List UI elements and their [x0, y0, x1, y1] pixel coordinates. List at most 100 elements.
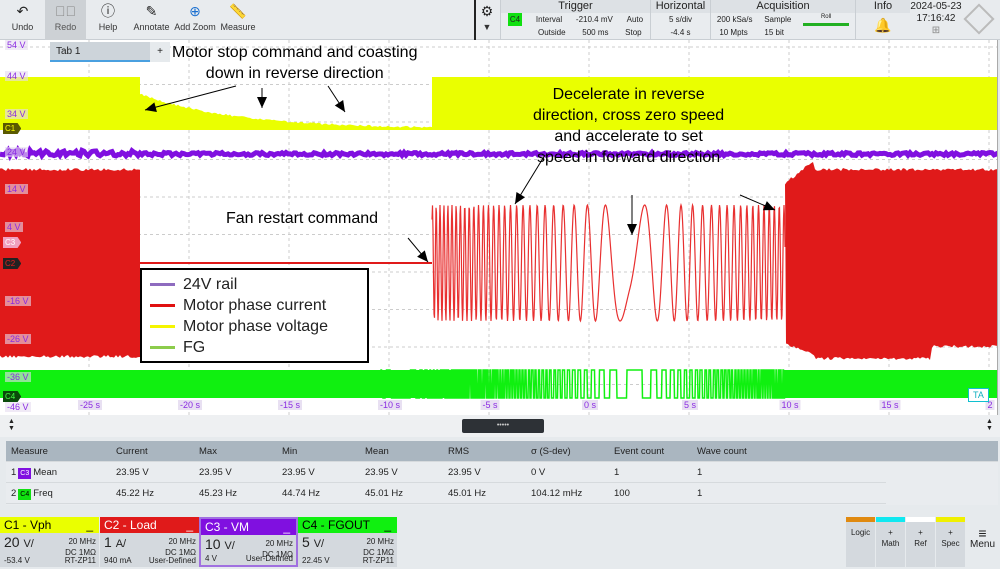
- table-row[interactable]: 1 C3 Mean 23.95 V 23.95 V 23.95 V 23.95 V 23.95…: [6, 462, 886, 483]
- column-header: Mean: [360, 441, 443, 461]
- trigger-marker[interactable]: TA: [968, 388, 989, 402]
- toolbar: ↶ Undo ↷⃠ Redo ⓘ Help ✎ Annotate ⊕ Add Zoom 📏…: [0, 0, 1000, 40]
- y-axis-label: -26 V: [5, 334, 31, 344]
- help-button[interactable]: ⓘ Help: [86, 0, 130, 40]
- info-panel[interactable]: Info 🔔: [855, 0, 910, 40]
- add-zoom-button[interactable]: ⊕ Add Zoom: [173, 0, 217, 40]
- c1-marker[interactable]: C1: [3, 123, 21, 134]
- source-chip: C4: [18, 489, 31, 500]
- y-axis-label: 54 V: [5, 40, 28, 50]
- legend-item: 24V rail: [150, 274, 359, 295]
- horizontal-panel[interactable]: Horizontal 5 s/div -4.4 s: [650, 0, 710, 40]
- x-axis-label: -20 s: [178, 400, 202, 410]
- channel-3-panel[interactable]: C3 - VM _ 10 V/20 MHz DC 1MΩ 4 V User-Defined: [199, 517, 298, 567]
- ruler-icon: 📏: [217, 0, 259, 22]
- table-cell: 45.22 Hz: [111, 483, 194, 503]
- annotation-motor-stop: Motor stop command and coasting down in r…: [172, 42, 417, 84]
- legend-item: Motor phase voltage: [150, 316, 359, 337]
- spec-button[interactable]: + Spec: [936, 517, 965, 567]
- x-axis-label: 10 s: [779, 400, 800, 410]
- resize-arrows-icon[interactable]: ▲ ▼: [986, 418, 993, 432]
- channel-1-panel[interactable]: C1 - Vph _ 20 V/20 MHz DC 1MΩ -53.4 V RT-ZP11: [0, 517, 99, 567]
- table-row[interactable]: 2 C4 Freq 45.22 Hz 45.23 Hz 44.74 Hz 45.01 Hz 4…: [6, 483, 886, 504]
- table-cell: 1: [609, 462, 692, 482]
- trigger-panel[interactable]: Trigger C4 Interval -210.4 mV Auto Outside 5…: [500, 0, 650, 40]
- network-icon: ⊞: [910, 25, 962, 37]
- table-header: Measure Current Max Min Mean RMS σ (S-dev) Even…: [6, 441, 998, 462]
- y-axis-label: -36 V: [5, 372, 31, 382]
- column-header: Current: [111, 441, 194, 461]
- table-cell: 1: [692, 483, 775, 503]
- gear-icon: ⚙: [476, 0, 498, 22]
- dropdown-arrow-icon: ▼: [483, 22, 492, 32]
- y-axis-label: -46 V: [5, 402, 31, 412]
- table-cell: 23.95 V: [443, 462, 526, 482]
- annotate-button[interactable]: ✎ Annotate: [130, 0, 173, 40]
- rs-logo: [963, 3, 994, 34]
- channel-4-panel[interactable]: C4 - FGOUT _ 5 V/20 MHz DC 1MΩ 22.45 V RT-ZP1…: [298, 517, 397, 567]
- measure-button[interactable]: 📏 Measure: [217, 0, 259, 40]
- table-cell: 44.74 Hz: [277, 483, 360, 503]
- zoom-in-icon: ⊕: [173, 0, 217, 22]
- minimize-button[interactable]: _: [186, 517, 193, 533]
- minimize-button[interactable]: _: [86, 517, 93, 533]
- logic-button[interactable]: Logic: [846, 517, 875, 567]
- legend: 24V rail Motor phase current Motor phase…: [140, 268, 369, 363]
- arrowhead-icon: [417, 250, 428, 262]
- add-tab-button[interactable]: +: [150, 42, 170, 62]
- datetime: 2024-05-23 17:16:42 ⊞: [910, 0, 962, 40]
- annotation-restart: Fan restart command: [226, 208, 378, 229]
- c2-trace: [0, 168, 140, 358]
- splitter-handle[interactable]: •••••: [462, 419, 544, 433]
- arrowhead-icon: [627, 224, 637, 235]
- column-header: Event count: [609, 441, 692, 461]
- x-axis-label: 15 s: [879, 400, 900, 410]
- arrowhead-icon: [335, 100, 345, 112]
- column-header: RMS: [443, 441, 526, 461]
- x-axis-label: 5 s: [682, 400, 698, 410]
- hamburger-icon: ≡: [965, 527, 1000, 539]
- redo-button[interactable]: ↷⃠ Redo: [45, 0, 86, 40]
- channel-2-panel[interactable]: C2 - Load _ 1 A/20 MHz DC 1MΩ 940 mA User-Def…: [100, 517, 199, 567]
- c3-marker[interactable]: C3: [3, 237, 21, 248]
- x-axis-label: -10 s: [378, 400, 402, 410]
- table-cell: 0 V: [526, 462, 609, 482]
- measurement-table: Measure Current Max Min Mean RMS σ (S-dev) Even…: [6, 441, 998, 505]
- minimize-button[interactable]: _: [283, 519, 290, 535]
- table-cell: 23.95 V: [194, 462, 277, 482]
- legend-swatch-current: [150, 304, 175, 307]
- c3-trace: [0, 150, 998, 156]
- column-header: Min: [277, 441, 360, 461]
- y-axis-label: -16 V: [5, 296, 31, 306]
- ref-button[interactable]: + Ref: [906, 517, 935, 567]
- c2-trace: [432, 205, 785, 321]
- waveform-display[interactable]: Tab 1 + 54 V 44 V 34 V 24 V 14 V 4 V -16 V -26 V…: [0, 40, 998, 415]
- undo-icon: ↶: [0, 0, 45, 22]
- bell-icon: 🔔: [856, 13, 910, 37]
- column-header: σ (S-dev): [526, 441, 609, 461]
- source-chip: C3: [18, 468, 31, 479]
- c4-marker[interactable]: C4: [3, 391, 21, 402]
- x-axis-label: -15 s: [278, 400, 302, 410]
- table-cell: 23.95 V: [360, 462, 443, 482]
- c2-trace: [785, 162, 998, 360]
- acquisition-panel[interactable]: Acquisition 200 kSa/s Sample Roll 10 Mpts 1…: [710, 0, 855, 40]
- splitter[interactable]: ▲ ▼ ••••• ▲ ▼: [0, 415, 1000, 437]
- settings-button[interactable]: ⚙ ▼: [476, 0, 498, 40]
- c2-marker[interactable]: C2: [3, 258, 21, 269]
- undo-button[interactable]: ↶ Undo: [0, 0, 45, 40]
- roll-indicator: Roll: [803, 13, 849, 26]
- tab-1[interactable]: Tab 1 +: [50, 42, 170, 62]
- resize-arrows-icon[interactable]: ▲ ▼: [8, 418, 15, 432]
- menu-button[interactable]: ≡ Menu: [965, 517, 1000, 567]
- annotation-decelerate: Decelerate in reverse direction, cross ze…: [533, 84, 724, 168]
- arrowhead-icon: [257, 97, 267, 108]
- annotation-arrow: [145, 86, 236, 110]
- math-button[interactable]: + Math: [876, 517, 905, 567]
- column-header: Wave count: [692, 441, 775, 461]
- y-axis-label: 34 V: [5, 109, 28, 119]
- y-axis-label: 24 V: [5, 147, 28, 157]
- table-cell: 23.95 V: [277, 462, 360, 482]
- pencil-icon: ✎: [130, 0, 173, 22]
- minimize-button[interactable]: _: [384, 517, 391, 533]
